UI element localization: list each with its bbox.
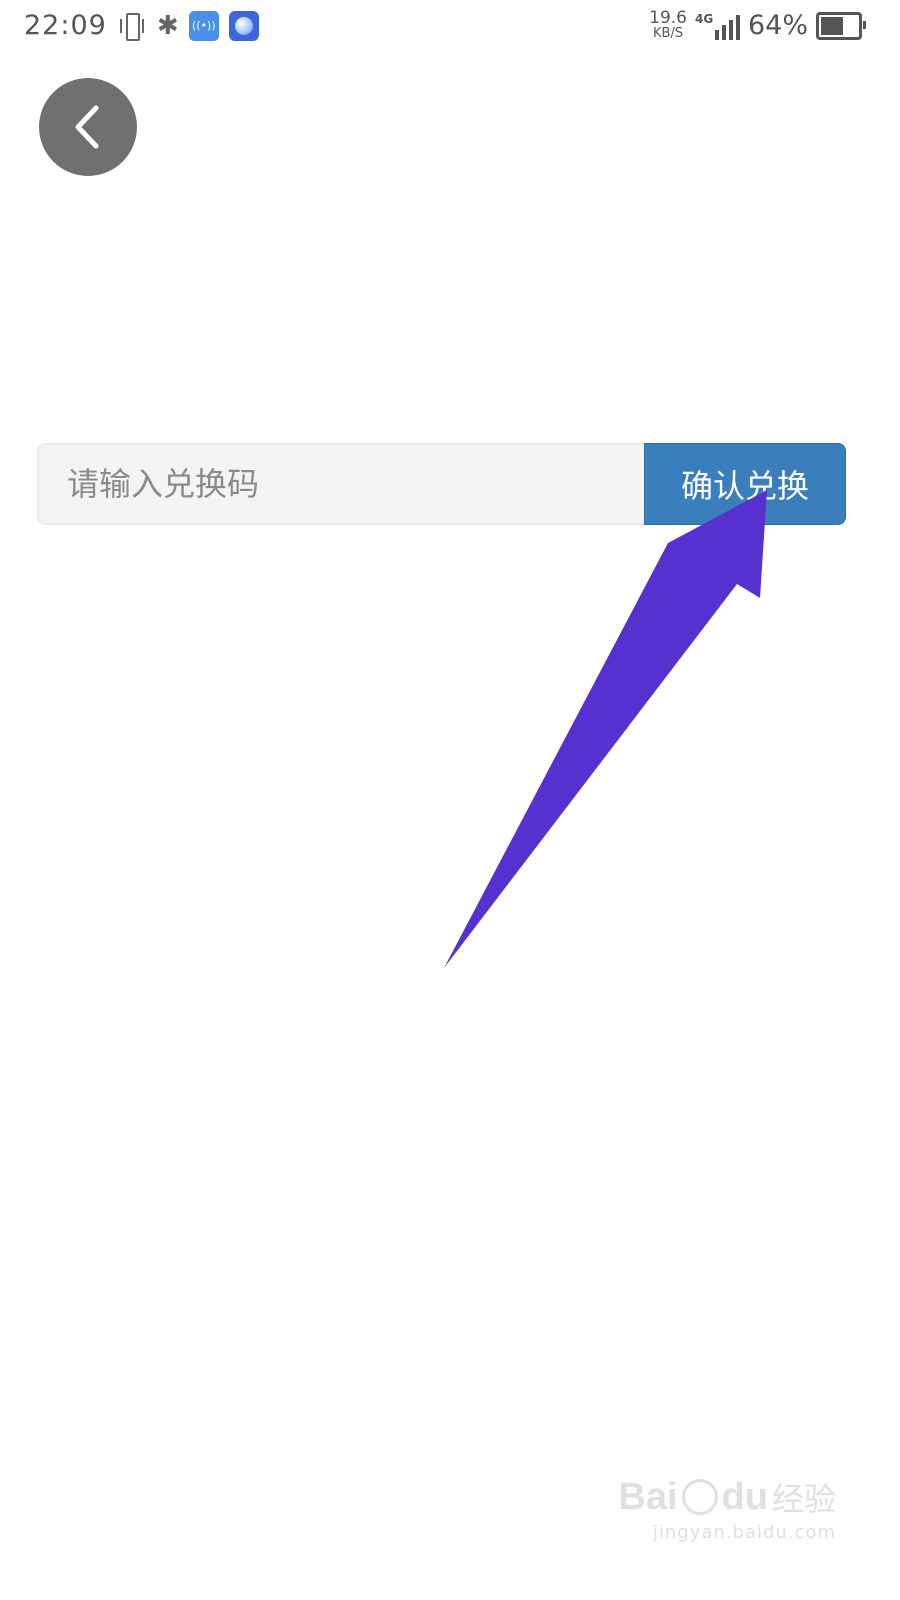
confirm-redeem-label: 确认兑换 bbox=[680, 467, 809, 505]
vibrate-icon bbox=[117, 11, 147, 41]
signal-icon: 4G bbox=[695, 12, 740, 40]
battery-icon bbox=[816, 11, 866, 40]
watermark: Bai du 经验 jingyan.baidu.com bbox=[618, 1474, 836, 1544]
redeem-code-input[interactable] bbox=[37, 443, 644, 525]
network-type: 4G bbox=[694, 11, 714, 26]
back-button[interactable] bbox=[39, 78, 137, 176]
watermark-url: jingyan.baidu.com bbox=[652, 1522, 836, 1543]
watermark-logo: Bai du 经验 bbox=[618, 1474, 836, 1520]
watermark-brand: Bai bbox=[618, 1475, 678, 1518]
annotation-arrow bbox=[444, 490, 767, 968]
battery-fill bbox=[821, 16, 843, 35]
confirm-redeem-button[interactable]: 确认兑换 bbox=[644, 443, 846, 525]
hotspot-icon: ((•)) bbox=[188, 10, 219, 41]
status-bar: 22:09 ✱ ((•)) 19.6 KB/S 4G 64% bbox=[0, 0, 900, 62]
network-speed: 19.6 KB/S bbox=[649, 7, 687, 41]
watermark-cn: 经验 bbox=[771, 1480, 836, 1518]
watermark-brand-suffix: du bbox=[721, 1475, 768, 1518]
battery-percent: 64% bbox=[747, 10, 808, 41]
network-speed-value: 19.6 bbox=[649, 7, 687, 28]
annotation-arrow-shape bbox=[444, 490, 767, 968]
paw-icon bbox=[681, 1479, 718, 1515]
network-speed-unit: KB/S bbox=[653, 25, 684, 41]
status-left: 22:09 ✱ ((•)) bbox=[24, 10, 259, 41]
chevron-left-icon bbox=[75, 105, 99, 149]
status-right: 19.6 KB/S 4G 64% bbox=[649, 7, 866, 41]
redeem-code-form: 确认兑换 bbox=[37, 443, 846, 525]
status-time: 22:09 bbox=[24, 10, 107, 41]
bluetooth-icon: ✱ bbox=[156, 10, 179, 41]
app-notification-icon bbox=[228, 10, 259, 41]
